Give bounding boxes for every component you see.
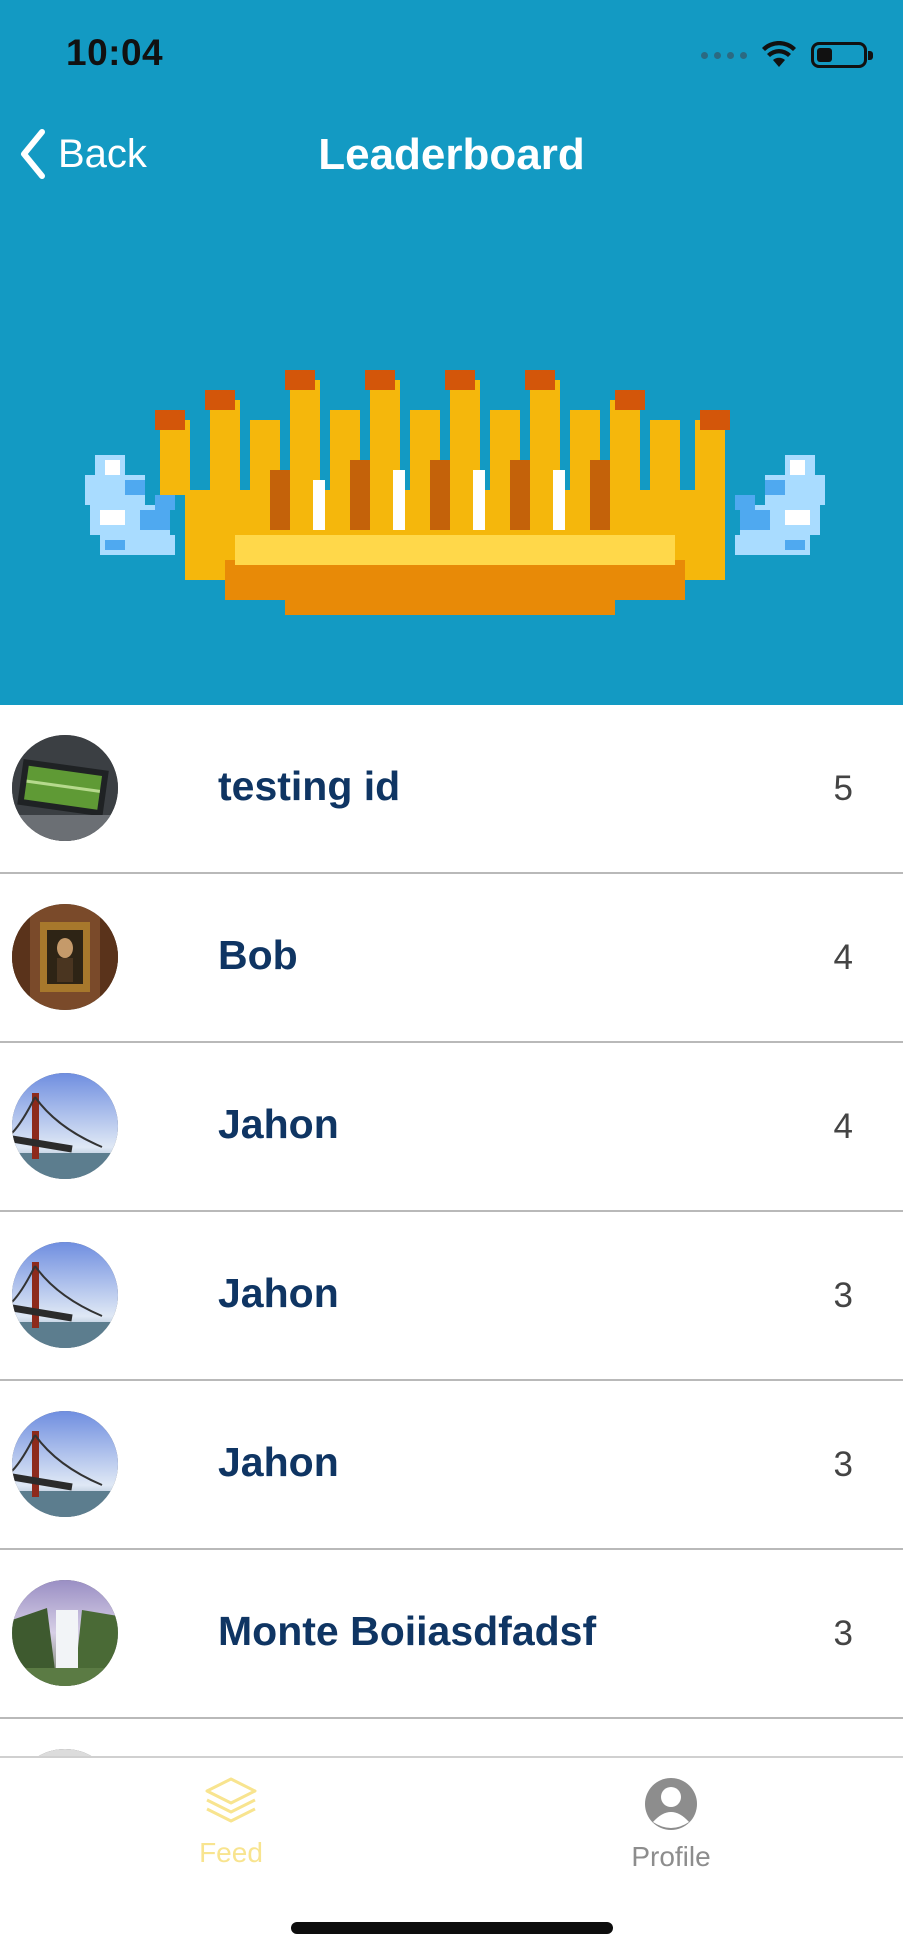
leaderboard-header: 10:04 Back Leaderboard [0,0,903,705]
list-item[interactable]: Jahon 3 [0,1212,903,1381]
winged-crown-icon [85,360,825,630]
leaderboard-list[interactable]: testing id 5 Bob 4 Jahon 4 Jahon 3 Jahon… [0,705,903,1758]
player-name: Jahon [218,1101,339,1147]
avatar [12,1580,118,1686]
cellular-signal-icon [701,51,747,59]
avatar [12,904,118,1010]
home-indicator [291,1922,613,1934]
list-item[interactable]: Jahon 3 [0,1381,903,1550]
status-icons [701,38,873,72]
user-circle-icon [645,1778,697,1830]
avatar [12,735,118,841]
wifi-icon [762,41,796,67]
player-score: 3 [833,1614,853,1653]
player-name: Monte Boiiasdfadsf [218,1608,597,1654]
player-score: 3 [833,1276,853,1315]
avatar [12,1242,118,1348]
player-score: 4 [833,1107,853,1146]
player-score: 3 [833,1445,853,1484]
battery-icon [811,42,873,68]
list-item[interactable]: testing id 5 [0,705,903,874]
tab-feed-label: Feed [199,1837,263,1868]
avatar [12,1073,118,1179]
tab-feed[interactable]: Feed [131,1776,331,1869]
list-item[interactable]: Jahon 4 [0,1043,903,1212]
tab-profile-label: Profile [631,1841,711,1872]
list-item[interactable]: Monte Boiiasdfadsf 3 [0,1550,903,1719]
player-name: Jahon [218,1439,339,1485]
player-name: testing id [218,763,401,809]
player-name: Jahon [218,1270,339,1316]
layers-icon [205,1777,257,1823]
player-name: Bob [218,932,298,978]
status-time: 10:04 [66,32,164,73]
list-item[interactable]: Bob 4 [0,874,903,1043]
avatar [12,1411,118,1517]
player-score: 4 [833,938,853,977]
list-item[interactable] [0,1719,903,1758]
tab-profile[interactable]: Profile [571,1776,771,1873]
page-title: Leaderboard [318,130,585,179]
player-score: 5 [833,769,853,808]
